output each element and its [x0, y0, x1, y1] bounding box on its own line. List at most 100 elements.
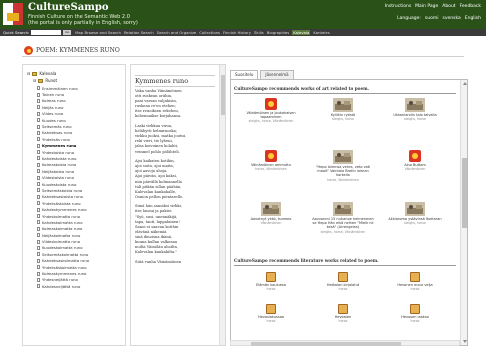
tree-root-kalevala[interactable]: ⊟ Kalevala: [27, 71, 56, 76]
tree-item[interactable]: Seitsemäskolmatta runo: [37, 251, 89, 257]
panel-scrollbar[interactable]: [460, 80, 467, 345]
tree-item[interactable]: Kahdeksastoista runo: [37, 194, 89, 200]
literature-card[interactable]: Hevoslakussaa horse: [239, 304, 303, 323]
tree-item-label: Kahdeksaskolmatta runo: [42, 258, 90, 264]
poem-stanza: Siitä vanha Väinämöinen: [135, 260, 219, 265]
literature-keywords: horse: [266, 319, 276, 324]
document-icon: [37, 194, 40, 199]
artwork-keywords: sleighs, horse: [331, 117, 355, 122]
document-icon: [37, 188, 40, 193]
collapse-icon[interactable]: ⊟: [33, 78, 36, 83]
artwork-thumbnail[interactable]: [333, 202, 353, 216]
artwork-card[interactable]: Aavvaroni 15 nuhanoe helmenmen se Hepo H…: [311, 202, 375, 234]
nav-item[interactable]: Kalevala: [292, 30, 311, 35]
tree-item-label: Yhdeskolmatta runo: [42, 213, 81, 219]
artwork-thumbnail[interactable]: [405, 202, 425, 216]
artwork-thumbnail[interactable]: [261, 202, 281, 216]
tree-item[interactable]: Kolmaskymmenes runo: [37, 270, 89, 276]
document-icon: [37, 252, 40, 257]
tree-item[interactable]: Kolmaskolmatta runo: [37, 226, 89, 232]
tree-item[interactable]: Yhdeksäskolmatta runo: [37, 264, 89, 270]
link-about[interactable]: About: [442, 4, 455, 9]
artwork-card[interactable]: Ukkoniandin talo taivalla sleighs, horse: [383, 98, 447, 121]
tree-item[interactable]: Kahdesneljättä runo: [37, 283, 89, 289]
artwork-card[interactable]: "Hepo loimnsa vehra, veto vati maalt" Va…: [311, 150, 375, 182]
nav-item[interactable]: Skills: [254, 30, 264, 35]
link-instructions[interactable]: Instructions: [385, 4, 411, 9]
top-links: Instructions Main Page About Feedback: [385, 4, 481, 9]
scroll-thumb[interactable]: [251, 342, 401, 346]
literature-card[interactable]: Hetkalan kirjalatut horse: [311, 272, 375, 291]
tab-suositelu[interactable]: Suositelu: [230, 70, 259, 79]
literature-card[interactable]: Hevonen mour velja horse: [383, 272, 447, 291]
book-icon[interactable]: [338, 304, 348, 314]
lang-svenska[interactable]: svenska: [442, 16, 460, 21]
nav-item[interactable]: Biographies: [267, 30, 289, 35]
nav-item[interactable]: Map Browse and Search: [75, 30, 121, 35]
artwork-title[interactable]: "Hepo loimnsa vehra, veto vati maalt" Va…: [311, 165, 375, 178]
tree-item[interactable]: Kuudeskolmatta runo: [37, 245, 89, 251]
book-icon[interactable]: [266, 304, 276, 314]
artwork-thumbnail[interactable]: [333, 150, 353, 164]
scroll-down-icon[interactable]: [462, 340, 467, 343]
artwork-card[interactable]: Kyllikin ryöstö sleighs, horse: [311, 98, 375, 121]
artwork-thumbnail[interactable]: [333, 98, 353, 112]
artwork-card[interactable]: Väinämöinen ja Joukahaisen tapaaminen sle…: [239, 98, 303, 123]
language-label: Language:: [397, 16, 421, 21]
document-icon: [37, 277, 40, 282]
literature-card[interactable]: Hevosen laakso horse: [383, 304, 447, 323]
nav-item[interactable]: Relation Search: [124, 30, 154, 35]
book-icon[interactable]: [410, 272, 420, 282]
language-links: Language: suomi svenska English: [397, 16, 481, 21]
scroll-thumb[interactable]: [221, 75, 225, 115]
document-icon: [37, 111, 40, 116]
document-icon: [37, 201, 40, 206]
scroll-up-icon[interactable]: [462, 82, 467, 85]
culturesampo-logo-icon[interactable]: [3, 3, 23, 25]
artwork-card[interactable]: Aino Buttars Väinämöinen: [383, 150, 447, 171]
tree-item-label: Kahdeksastoista runo: [42, 194, 83, 200]
tree-item[interactable]: Kahdeskymmenes runo: [37, 206, 89, 212]
artwork-card[interactable]: Akkioroma ystävinsä Itsetaran sleighs, ho…: [383, 202, 447, 225]
nav-item[interactable]: Kanteles: [313, 30, 329, 35]
book-icon[interactable]: [410, 304, 420, 314]
literature-card[interactable]: Hevosten horse: [311, 304, 375, 323]
nav-item[interactable]: Collections: [199, 30, 220, 35]
artwork-card[interactable]: Aavotnyt ykkö, tuomeo Väinämöinen: [239, 202, 303, 225]
tree-item-label: Seitsemäs runo: [42, 124, 72, 130]
nav-bar: Quick Search: Go Map Browse and Search Re…: [0, 29, 486, 36]
artwork-title[interactable]: Väinämöinen ja Joukahaisen tapaaminen: [239, 111, 303, 119]
artwork-title[interactable]: Aavvaroni 15 nuhanoe helmenmen se Hepo H…: [311, 217, 375, 230]
book-icon[interactable]: [338, 272, 348, 282]
poem-scrollbar[interactable]: [219, 65, 225, 345]
scroll-thumb[interactable]: [462, 158, 467, 228]
nav-item[interactable]: Search and Organize: [157, 30, 197, 35]
tree-item-label: Yhdeksästoista runo: [42, 200, 81, 206]
book-icon[interactable]: [266, 272, 276, 282]
link-main-page[interactable]: Main Page: [415, 4, 438, 9]
tree-item[interactable]: Kahdeksaskolmatta runo: [37, 258, 89, 264]
tab-jasennelma[interactable]: Jäsennelmä: [260, 70, 294, 79]
quick-search-input[interactable]: [31, 30, 62, 35]
nav-item[interactable]: Finnish History: [223, 30, 251, 35]
divider: [234, 93, 456, 94]
artwork-card[interactable]: Väinämöinen ammuttu horse, Väinämöinen: [239, 150, 303, 171]
artwork-placeholder-icon[interactable]: [265, 150, 277, 162]
horizontal-scrollbar[interactable]: [230, 340, 460, 346]
tree-node-runot[interactable]: ⊟ Runot: [33, 78, 57, 83]
artwork-placeholder-icon[interactable]: [409, 150, 421, 162]
quick-search-button[interactable]: Go: [63, 30, 72, 35]
artwork-thumbnail[interactable]: [405, 98, 425, 112]
tree-node-label: Runot: [45, 78, 58, 83]
lang-suomi[interactable]: suomi: [425, 16, 439, 21]
collapse-icon[interactable]: ⊟: [27, 71, 30, 76]
tree-item-label: Kahdeskymmenes runo: [42, 207, 87, 213]
artwork-placeholder-icon[interactable]: [265, 98, 277, 110]
tree-item[interactable]: Kahdeskolmatta runo: [37, 219, 89, 225]
brand-title[interactable]: CultureSampo: [28, 2, 109, 13]
literature-card[interactable]: Elämän kouluesa horse: [239, 272, 303, 291]
tree-item[interactable]: Seitsemästoista runo: [37, 187, 89, 193]
tree-item-label: Seitsemästoista runo: [42, 187, 83, 193]
link-feedback[interactable]: Feedback: [460, 4, 481, 9]
lang-english[interactable]: English: [465, 16, 481, 21]
